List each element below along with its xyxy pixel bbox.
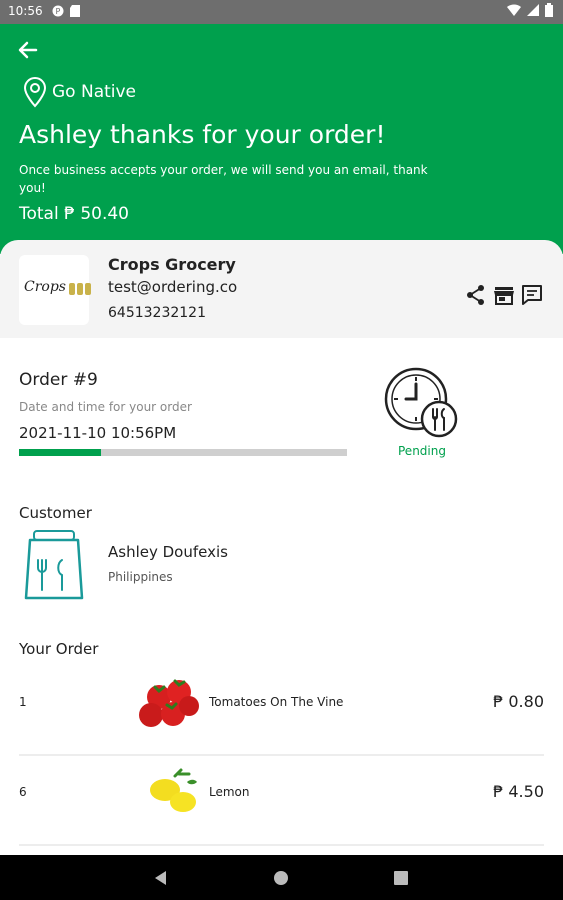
order-item-row: 6 Lemon ₱ 4.50 [19, 754, 544, 846]
food-bag-icon [24, 530, 84, 600]
business-email: test@ordering.co [108, 278, 238, 296]
status-bar: 10:56 P [0, 0, 563, 24]
item-price: ₱ 0.80 [493, 692, 544, 711]
circle-home-icon [274, 871, 288, 885]
page-title: Ashley thanks for your order! [19, 120, 386, 149]
nav-recents-button[interactable] [390, 867, 412, 889]
your-order-title: Your Order [19, 640, 99, 658]
battery-icon [545, 3, 553, 17]
item-price: ₱ 4.50 [493, 782, 544, 801]
svg-text:P: P [56, 7, 61, 16]
brand-name: Go Native [52, 82, 137, 102]
order-progress-bar [19, 449, 347, 456]
business-name: Crops Grocery [108, 255, 236, 274]
total-value: ₱ 50.40 [64, 204, 129, 224]
system-navigation-bar [0, 855, 563, 900]
sd-card-icon [70, 5, 80, 17]
business-card: Crops Crops Grocery test@ordering.co 645… [0, 240, 563, 338]
customer-section-title: Customer [19, 504, 92, 522]
back-button[interactable] [16, 38, 44, 66]
share-button[interactable] [465, 284, 487, 306]
tomatoes-icon [139, 679, 199, 727]
clock-utensils-icon [384, 367, 458, 438]
logo-text: Crops [24, 279, 66, 295]
order-message: Once business accepts your order, we wil… [19, 163, 428, 195]
customer-name: Ashley Doufexis [108, 543, 228, 561]
item-name: Tomatoes On The Vine [209, 695, 344, 709]
business-phone: 64513232121 [108, 305, 206, 321]
order-item-row: 1 Tomatoes On The Vine ₱ 0.80 [19, 664, 544, 756]
order-date-label: Date and time for your order [19, 400, 192, 414]
notification-icon: P [52, 5, 64, 17]
total-label: Total [19, 204, 59, 224]
order-number: Order #9 [19, 370, 98, 390]
location-pin-icon [23, 77, 47, 108]
wifi-icon [507, 4, 521, 16]
share-icon [467, 285, 484, 305]
item-quantity: 6 [19, 785, 27, 799]
business-logo: Crops [19, 255, 91, 325]
item-name: Lemon [209, 785, 250, 799]
order-progress-fill [19, 449, 101, 456]
nav-back-button[interactable] [150, 867, 172, 889]
message-button[interactable] [521, 284, 543, 306]
signal-icon [527, 4, 539, 16]
store-icon [494, 287, 514, 305]
store-button[interactable] [493, 284, 515, 306]
brand-logo: Go Native [22, 76, 136, 108]
lemon-icon [150, 768, 197, 812]
order-confirmation-header: Go Native Ashley thanks for your order! … [0, 24, 563, 254]
order-total: Total ₱ 50.40 [19, 204, 129, 224]
order-date: 2021-11-10 10:56PM [19, 424, 177, 442]
square-recents-icon [394, 871, 408, 885]
order-status-label: Pending [398, 444, 446, 458]
logo-jars-icon [69, 283, 91, 295]
item-quantity: 1 [19, 695, 27, 709]
nav-home-button[interactable] [270, 867, 292, 889]
customer-country: Philippines [108, 570, 173, 584]
status-time: 10:56 [8, 4, 43, 18]
triangle-back-icon [155, 871, 166, 885]
arrow-back-icon [18, 41, 38, 59]
message-icon [522, 285, 542, 305]
